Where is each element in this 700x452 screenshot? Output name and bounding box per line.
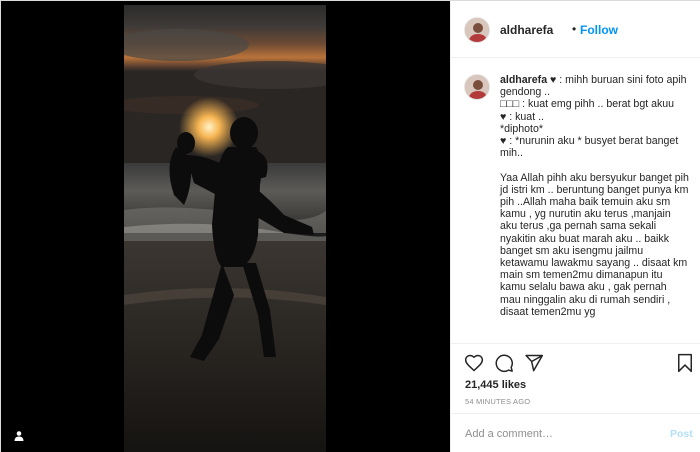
avatar[interactable] — [464, 17, 490, 43]
likes-count[interactable]: 21,445 likes — [465, 379, 526, 391]
comment-input[interactable] — [465, 426, 655, 442]
post-sidebar: aldharefa • Follow aldharefa ♥ : mihh bu… — [450, 1, 700, 452]
caption-username[interactable]: aldharefa — [500, 74, 547, 86]
comment-bubble-icon[interactable] — [494, 353, 514, 373]
heart-icon[interactable] — [464, 353, 484, 373]
username-link[interactable]: aldharefa — [500, 23, 553, 37]
photo-pane — [1, 1, 450, 452]
paper-plane-icon[interactable] — [524, 353, 544, 373]
comments-area[interactable]: aldharefa ♥ : mihh buruan sini foto apih… — [451, 59, 700, 343]
post-modal: aldharefa • Follow aldharefa ♥ : mihh bu… — [0, 0, 700, 452]
post-header: aldharefa • Follow — [451, 1, 700, 58]
action-bar: 21,445 likes 54 MINUTES AGO — [451, 343, 700, 413]
caption-avatar[interactable] — [464, 74, 490, 100]
separator-dot: • — [572, 22, 577, 36]
post-timestamp[interactable]: 54 MINUTES AGO — [465, 397, 530, 406]
user-tag-icon[interactable] — [13, 429, 25, 441]
bookmark-icon[interactable] — [675, 353, 695, 373]
post-caption: aldharefa ♥ : mihh buruan sini foto apih… — [500, 74, 690, 318]
post-comment-button[interactable]: Post — [670, 428, 693, 440]
follow-button[interactable]: Follow — [580, 23, 618, 37]
post-photo[interactable] — [124, 5, 326, 452]
add-comment-section: Post — [451, 413, 700, 452]
caption-text: ♥ : mihh buruan sini foto apih gendong .… — [500, 74, 689, 318]
